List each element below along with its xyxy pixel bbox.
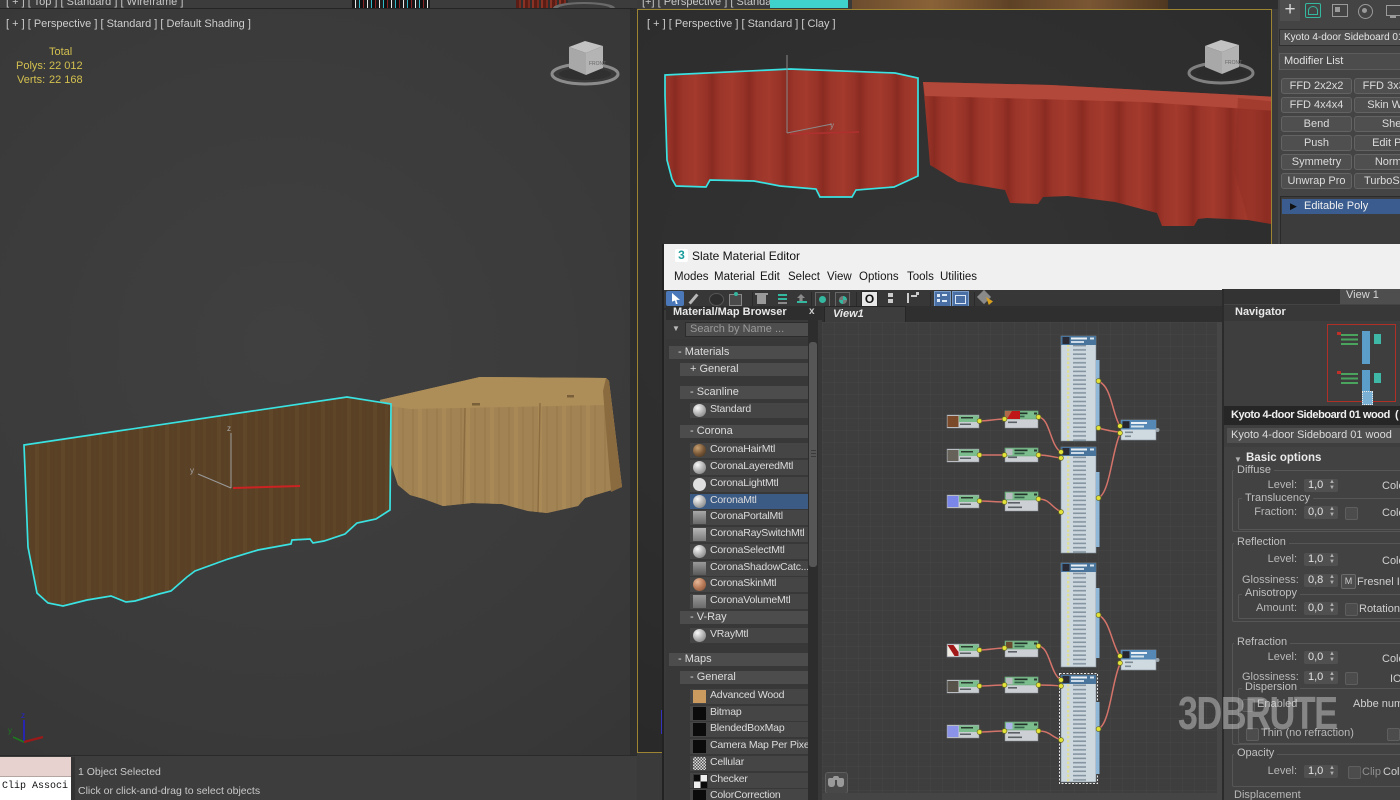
svg-text:FRONT: FRONT	[589, 61, 606, 67]
svg-text:FRONT: FRONT	[1225, 60, 1242, 66]
svg-text:y: y	[8, 726, 12, 735]
svg-text:y: y	[830, 121, 834, 130]
svg-text:y: y	[190, 466, 194, 475]
svg-text:z: z	[21, 711, 25, 720]
svg-text:z: z	[227, 424, 231, 433]
